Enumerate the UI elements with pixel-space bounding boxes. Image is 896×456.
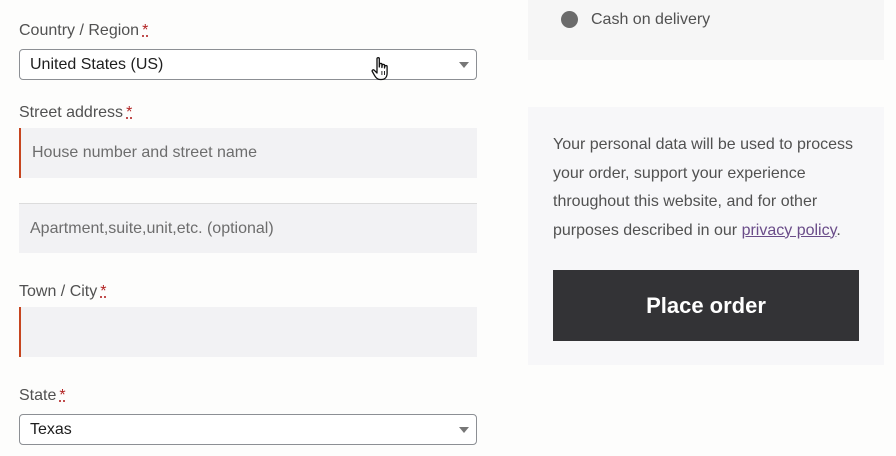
privacy-policy-link[interactable]: privacy policy xyxy=(742,222,837,239)
city-label-text: Town / City xyxy=(19,283,98,300)
street-address-line1-placeholder: House number and street name xyxy=(32,144,258,161)
hand-pointer-cursor-icon xyxy=(371,57,388,81)
required-marker: * xyxy=(59,387,66,404)
order-review-box: Your personal data will be used to proce… xyxy=(528,107,884,365)
chevron-down-icon xyxy=(459,62,469,68)
street-address-label: Street address * xyxy=(19,104,132,122)
country-label: Country / Region * xyxy=(19,22,148,40)
place-order-label: Place order xyxy=(646,292,766,318)
payment-radio-cash-on-delivery[interactable] xyxy=(561,11,578,28)
country-select[interactable]: United States (US) xyxy=(19,49,477,80)
privacy-notice-end: . xyxy=(836,221,841,239)
state-selected-value: Texas xyxy=(30,421,72,438)
required-marker: * xyxy=(126,104,133,121)
state-label: State * xyxy=(19,387,66,405)
country-label-text: Country / Region xyxy=(19,22,140,39)
street-address-line2-input[interactable]: Apartment,suite,unit,etc. (optional) xyxy=(19,203,477,253)
checkout-page: Country / Region * United States (US) Str… xyxy=(0,0,896,456)
required-marker: * xyxy=(100,283,107,300)
street-address-line2-placeholder: Apartment,suite,unit,etc. (optional) xyxy=(30,220,274,237)
required-marker: * xyxy=(142,22,149,39)
country-selected-value: United States (US) xyxy=(30,56,164,73)
payment-methods-box: Cash on delivery xyxy=(528,0,884,60)
state-select[interactable]: Texas xyxy=(19,414,477,445)
city-label: Town / City * xyxy=(19,283,106,301)
privacy-notice: Your personal data will be used to proce… xyxy=(553,131,871,245)
state-label-text: State xyxy=(19,387,57,404)
street-address-line1-input[interactable]: House number and street name xyxy=(19,128,477,178)
city-input[interactable] xyxy=(19,307,477,357)
chevron-down-icon xyxy=(459,427,469,433)
place-order-button[interactable]: Place order xyxy=(553,270,859,341)
street-address-label-text: Street address xyxy=(19,104,124,121)
payment-method-label[interactable]: Cash on delivery xyxy=(591,11,710,29)
